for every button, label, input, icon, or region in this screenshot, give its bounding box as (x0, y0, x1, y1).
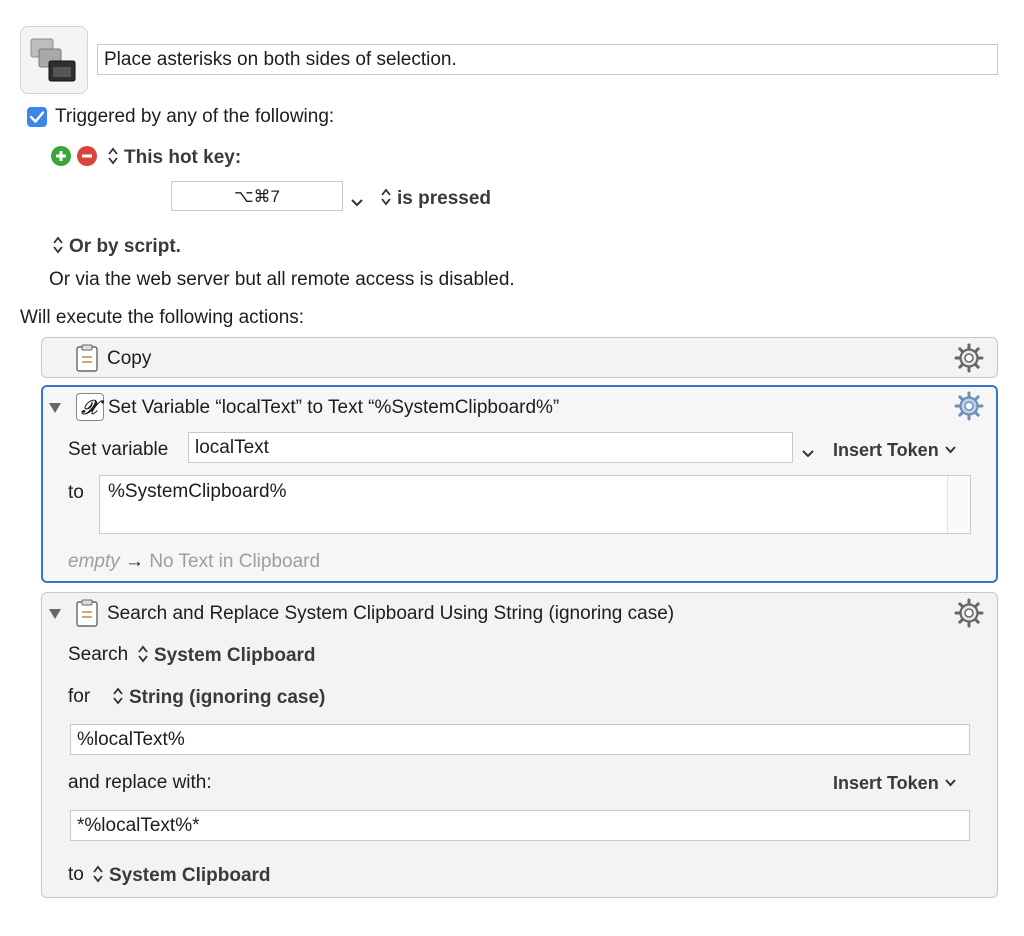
disclosure-triangle-icon[interactable] (49, 403, 61, 413)
preview-empty: empty (68, 551, 120, 572)
hotkey-dropdown-chevron[interactable] (351, 192, 363, 214)
to-text-area[interactable]: %SystemClipboard% (99, 475, 971, 534)
add-trigger-button[interactable] (51, 146, 71, 166)
action-search-replace-title: Search and Replace System Clipboard Usin… (107, 603, 675, 624)
action-copy-title: Copy (107, 348, 152, 369)
clipboard-preview: empty → No Text in Clipboard (68, 551, 320, 573)
triggered-checkbox[interactable] (27, 107, 47, 127)
plus-icon (56, 151, 66, 161)
for-label: for (68, 686, 91, 707)
arrow-icon: → (125, 551, 145, 572)
updown-arrows-icon (108, 147, 118, 165)
checkmark-icon (29, 111, 45, 123)
preview-text: No Text in Clipboard (149, 551, 321, 572)
replace-label: and replace with: (68, 772, 212, 793)
insert-token-label: Insert Token (833, 773, 939, 793)
gear-icon[interactable] (954, 391, 984, 421)
remove-trigger-button[interactable] (77, 146, 97, 166)
search-source-popup[interactable]: System Clipboard (136, 644, 316, 667)
search-string-field[interactable]: %localText% (70, 724, 970, 755)
hotkey-field[interactable]: ⌥⌘7 (171, 181, 343, 211)
destination-to-label: to (68, 864, 84, 885)
updown-arrows-icon (93, 865, 103, 883)
updown-arrows-icon (138, 645, 148, 663)
clipboard-icon (76, 599, 98, 627)
search-source-label: System Clipboard (154, 645, 316, 666)
to-text-value: %SystemClipboard% (108, 481, 287, 502)
script-trigger-popup[interactable]: Or by script. (51, 235, 181, 258)
action-set-variable[interactable]: 𝒳 Set Variable “localText” to Text “%Sys… (41, 385, 998, 583)
destination-popup[interactable]: System Clipboard (91, 864, 271, 887)
actions-header: Will execute the following actions: (20, 307, 305, 328)
hotkey-trigger-popup[interactable]: This hot key: (106, 146, 241, 169)
variable-icon: 𝒳 (76, 393, 104, 421)
chevron-down-icon (944, 779, 956, 787)
clipboard-icon (76, 344, 98, 372)
insert-token-label: Insert Token (833, 440, 939, 460)
insert-token-button[interactable]: Insert Token (833, 440, 956, 461)
insert-token-button[interactable]: Insert Token (833, 773, 956, 794)
chevron-down-icon (802, 450, 814, 458)
search-label: Search (68, 644, 129, 665)
updown-arrows-icon (381, 188, 391, 206)
set-variable-label: Set variable (68, 439, 169, 460)
destination-label: System Clipboard (109, 865, 271, 886)
chevron-down-icon (351, 199, 363, 207)
macro-icon[interactable] (20, 26, 88, 94)
action-search-replace[interactable]: Search and Replace System Clipboard Usin… (41, 592, 998, 898)
action-copy[interactable]: Copy (41, 337, 998, 378)
hotkey-trigger-label: This hot key: (124, 147, 242, 168)
gear-icon[interactable] (954, 598, 984, 628)
pressed-popup[interactable]: is pressed (379, 187, 491, 210)
web-server-text: Or via the web server but all remote acc… (49, 269, 515, 290)
minus-icon (82, 154, 92, 158)
gear-icon[interactable] (954, 343, 984, 373)
search-mode-popup[interactable]: String (ignoring case) (111, 686, 325, 709)
disclosure-triangle-icon[interactable] (49, 609, 61, 619)
search-mode-label: String (ignoring case) (129, 687, 326, 708)
script-trigger-label: Or by script. (69, 236, 181, 257)
text-area-scrollbar[interactable] (947, 476, 970, 533)
macro-title-field[interactable]: Place asterisks on both sides of selecti… (97, 44, 998, 75)
action-set-variable-title: Set Variable “localText” to Text “%Syste… (108, 397, 560, 418)
triggered-label: Triggered by any of the following: (55, 106, 335, 127)
chevron-down-icon (944, 446, 956, 454)
pressed-label: is pressed (397, 188, 491, 209)
updown-arrows-icon (53, 236, 63, 254)
windows-icon (30, 38, 76, 82)
replace-string-field[interactable]: *%localText%* (70, 810, 970, 841)
variable-name-field[interactable]: localText (188, 432, 793, 463)
to-label: to (68, 482, 84, 503)
variable-name-dropdown[interactable] (802, 443, 814, 465)
updown-arrows-icon (113, 687, 123, 705)
